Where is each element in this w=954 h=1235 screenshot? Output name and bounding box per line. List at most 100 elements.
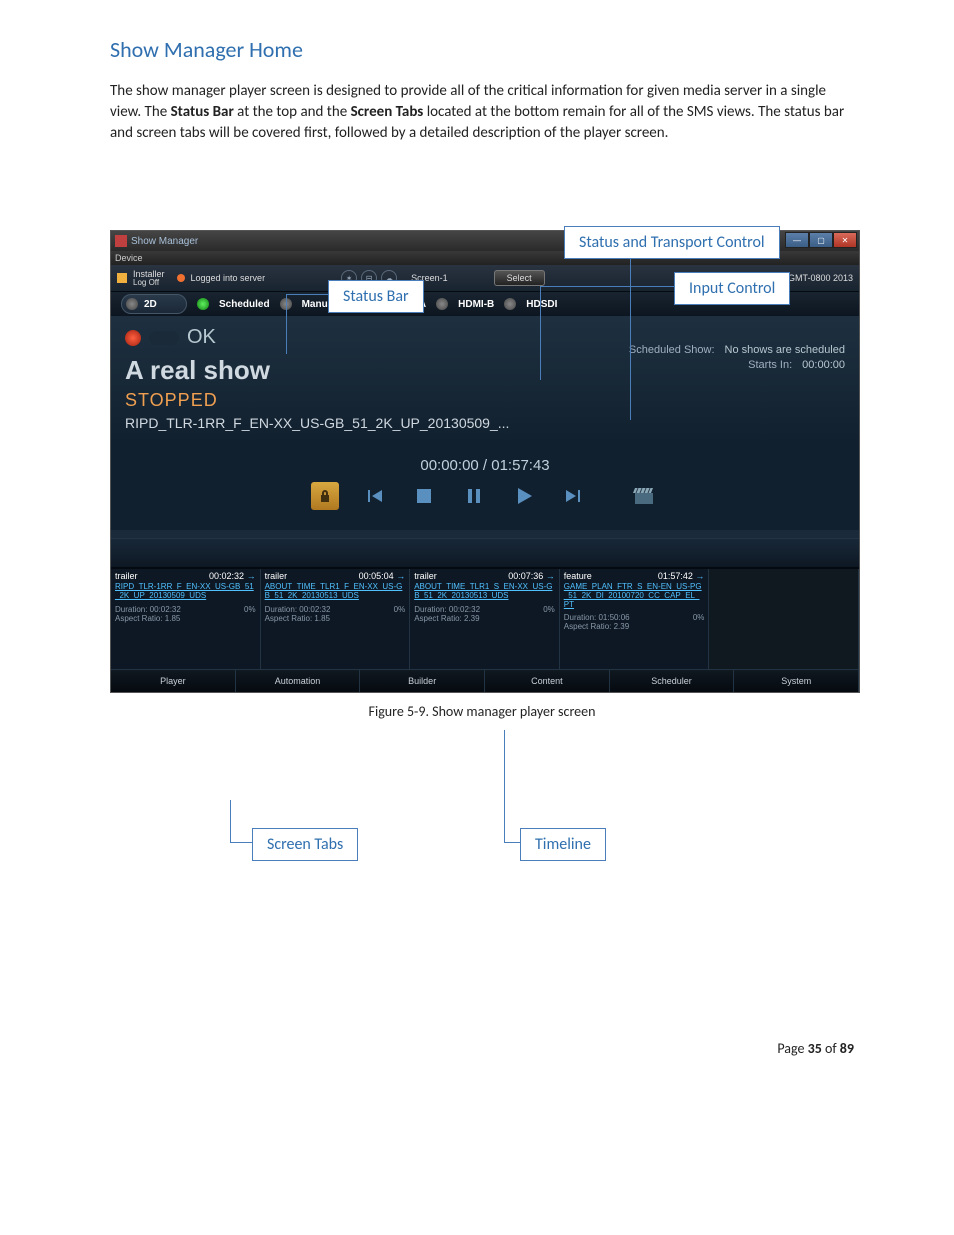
mode-hdmi-b[interactable]: HDMI-B <box>458 299 494 310</box>
lock-button[interactable] <box>311 482 339 510</box>
login-status: Logged into server <box>191 273 266 283</box>
select-button[interactable]: Select <box>494 270 545 286</box>
scheduled-info: Scheduled Show: No shows are scheduled S… <box>629 343 845 374</box>
user-icon <box>117 273 127 283</box>
tl-time: 01:57:42 <box>658 571 693 581</box>
callout-line <box>286 294 287 354</box>
callout-status-transport: Status and Transport Control <box>564 226 780 259</box>
mode-hdsdi[interactable]: HDSDI <box>526 299 557 310</box>
status-dot-icon <box>125 330 141 346</box>
skip-forward-button[interactable] <box>559 482 589 510</box>
clip-name: RIPD_TLR-1RR_F_EN-XX_US-GB_51_2K_UP_2013… <box>125 415 845 431</box>
tl-type: feature <box>564 571 592 581</box>
starts-in-label: Starts In: <box>748 358 792 373</box>
clapperboard-button[interactable] <box>629 482 659 510</box>
time-display: 00:00:00 / 01:57:43 <box>125 457 845 474</box>
section-heading: Show Manager Home <box>110 36 854 63</box>
ok-label: OK <box>187 326 216 349</box>
tab-player[interactable]: Player <box>111 670 236 692</box>
tl-aspect: Aspect Ratio: 2.39 <box>564 622 629 631</box>
mode-2d-label: 2D <box>144 299 157 310</box>
tl-duration: Duration: 00:02:32 <box>414 605 480 614</box>
arrow-icon: → <box>247 571 256 581</box>
maximize-button[interactable]: ▢ <box>809 232 833 248</box>
tl-pct: 0% <box>543 605 555 614</box>
tab-system[interactable]: System <box>734 670 859 692</box>
pause-button[interactable] <box>459 482 489 510</box>
tab-builder[interactable]: Builder <box>360 670 485 692</box>
tl-aspect: Aspect Ratio: 1.85 <box>265 614 330 623</box>
callout-line <box>230 800 231 842</box>
tl-aspect: Aspect Ratio: 1.85 <box>115 614 180 623</box>
callout-input-control: Input Control <box>674 272 790 305</box>
skip-back-button[interactable] <box>359 482 389 510</box>
arrow-icon: → <box>695 571 704 581</box>
callout-line <box>630 258 631 420</box>
spacer-bar <box>111 538 859 568</box>
scheduled-show-value: No shows are scheduled <box>725 343 845 358</box>
status-dot-icon <box>177 274 185 282</box>
callout-timeline: Timeline <box>520 828 606 861</box>
timeline-item[interactable]: feature 01:57:42 → GAME_PLAN_FTR_S_EN-EN… <box>560 569 710 669</box>
dot-icon <box>436 298 448 310</box>
timeline-item[interactable]: trailer 00:05:04 → ABOUT_TIME_TLR1_F_EN-… <box>261 569 411 669</box>
tab-scheduler[interactable]: Scheduler <box>610 670 735 692</box>
tl-type: trailer <box>265 571 288 581</box>
menu-device[interactable]: Device <box>115 253 143 263</box>
page-label: Page <box>777 1040 807 1057</box>
arrow-icon: → <box>396 571 405 581</box>
figure-caption: Figure 5-9. Show manager player screen <box>110 703 854 720</box>
page-number: 35 <box>808 1040 822 1057</box>
mode-scheduled[interactable]: Scheduled <box>219 299 270 310</box>
player-main: OK A real show STOPPED RIPD_TLR-1RR_F_EN… <box>111 316 859 530</box>
timeline-item[interactable]: trailer 00:02:32 → RIPD_TLR-1RR_F_EN-XX_… <box>111 569 261 669</box>
play-button[interactable] <box>509 482 539 510</box>
ok-toggle[interactable] <box>149 331 179 345</box>
stop-button[interactable] <box>409 482 439 510</box>
of-label: of <box>822 1040 840 1057</box>
tl-pct: 0% <box>693 613 705 622</box>
arrow-icon: → <box>546 571 555 581</box>
tl-pct: 0% <box>244 605 256 614</box>
tl-time: 00:05:04 <box>359 571 394 581</box>
mode-2d-toggle[interactable]: 2D <box>121 294 187 314</box>
callout-status-bar: Status Bar <box>328 280 424 313</box>
tl-title: ABOUT_TIME_TLR1_F_EN-XX_US-GB_51_2K_2013… <box>265 583 406 601</box>
app-icon <box>115 235 127 247</box>
transport-controls: 00:00:00 / 01:57:43 <box>125 431 845 510</box>
dot-icon <box>504 298 516 310</box>
figure: Status and Transport Control Input Contr… <box>110 230 854 720</box>
text-bold: Screen Tabs <box>351 103 424 121</box>
dot-icon <box>126 298 138 310</box>
callout-line <box>504 730 505 842</box>
page-total: 89 <box>840 1040 854 1057</box>
screen-tabs: Player Automation Builder Content Schedu… <box>111 669 859 692</box>
player-state: STOPPED <box>125 390 845 411</box>
tl-duration: Duration: 01:50:06 <box>564 613 630 622</box>
tl-time: 00:02:32 <box>209 571 244 581</box>
text-bold: Status Bar <box>171 103 234 121</box>
tab-content[interactable]: Content <box>485 670 610 692</box>
tl-pct: 0% <box>394 605 406 614</box>
callout-screen-tabs: Screen Tabs <box>252 828 358 861</box>
callout-line <box>540 286 674 287</box>
text: at the top and the <box>234 103 351 121</box>
page-footer: Page 35 of 89 <box>110 1040 854 1057</box>
dot-green-icon <box>197 298 209 310</box>
tl-type: trailer <box>115 571 138 581</box>
timeline-item[interactable]: trailer 00:07:36 → ABOUT_TIME_TLR1_S_EN-… <box>410 569 560 669</box>
window-title: Show Manager <box>131 236 198 247</box>
callout-line <box>230 842 252 843</box>
timeline[interactable]: trailer 00:02:32 → RIPD_TLR-1RR_F_EN-XX_… <box>111 568 859 669</box>
close-button[interactable]: ✕ <box>833 232 857 248</box>
logoff-link[interactable]: Log Off <box>133 279 165 287</box>
tab-automation[interactable]: Automation <box>236 670 361 692</box>
callout-line <box>504 842 520 843</box>
body-paragraph: The show manager player screen is design… <box>110 81 854 144</box>
callout-line <box>286 294 328 295</box>
tl-title: RIPD_TLR-1RR_F_EN-XX_US-GB_51_2K_UP_2013… <box>115 583 256 601</box>
callout-line <box>540 286 541 380</box>
tl-duration: Duration: 00:02:32 <box>115 605 181 614</box>
minimize-button[interactable]: — <box>785 232 809 248</box>
starts-in-value: 00:00:00 <box>802 358 845 373</box>
